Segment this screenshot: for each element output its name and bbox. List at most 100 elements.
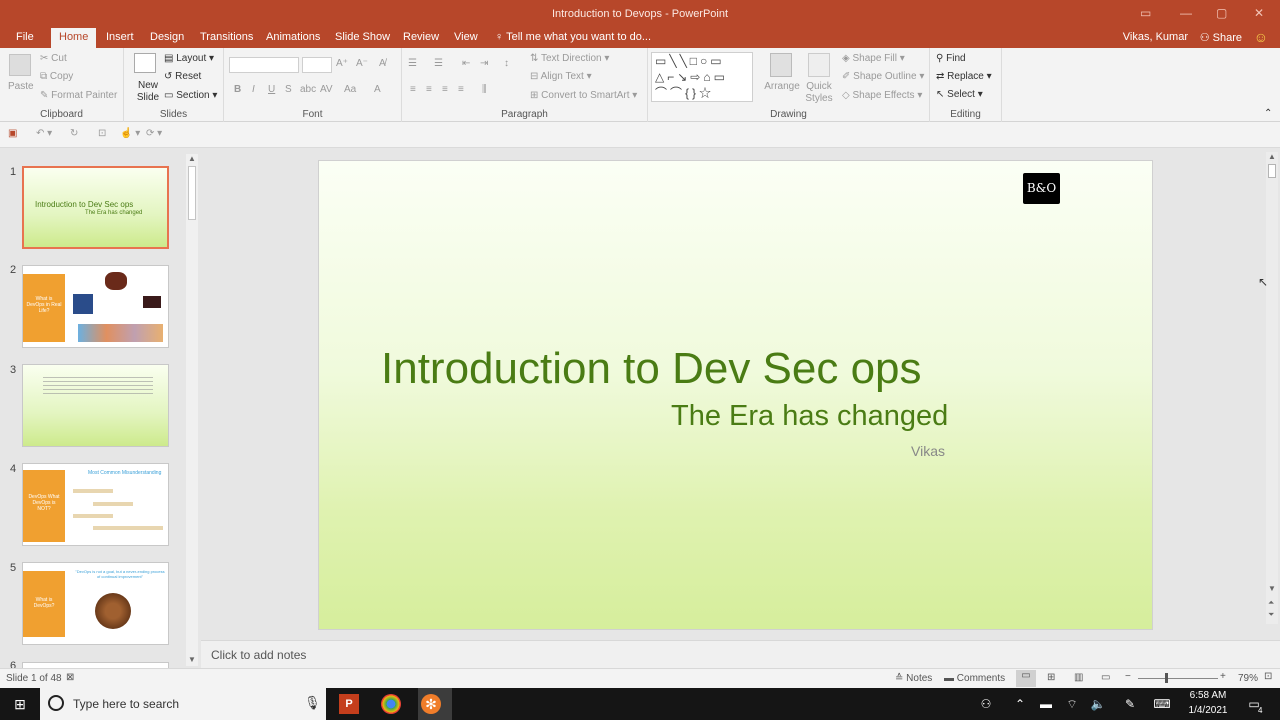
minimize-icon[interactable]: — <box>1180 6 1192 20</box>
increase-font-icon[interactable]: A⁺ <box>336 58 348 69</box>
redo-icon[interactable]: ↻ <box>70 128 78 139</box>
thumbnail-slide-3[interactable] <box>22 364 169 447</box>
reading-view-icon[interactable]: ▥ <box>1074 672 1083 683</box>
font-name-box[interactable] <box>229 57 299 73</box>
maximize-icon[interactable]: ▢ <box>1216 6 1227 20</box>
slide-canvas[interactable]: B&O Introduction to Dev Sec ops The Era … <box>318 160 1153 630</box>
tell-me-box[interactable]: ♀ Tell me what you want to do... <box>495 31 651 43</box>
zoom-slider[interactable] <box>1138 678 1218 679</box>
spellcheck-icon[interactable]: ⊠ <box>66 672 74 683</box>
people-icon[interactable]: ⚇ <box>976 694 996 714</box>
font-size-box[interactable] <box>302 57 332 73</box>
layout-button[interactable]: ▤ Layout ▾ <box>164 53 214 64</box>
text-direction-button[interactable]: ⇅ Text Direction ▾ <box>530 53 609 64</box>
change-case-icon[interactable]: Aa <box>344 84 356 95</box>
align-text-button[interactable]: ⊟ Align Text ▾ <box>530 71 592 82</box>
normal-view-icon[interactable]: ▭ <box>1016 670 1036 687</box>
clear-format-icon[interactable]: A̸ <box>379 58 386 69</box>
tab-file[interactable]: File <box>16 31 34 43</box>
touch-mode-icon[interactable]: ☝ ▾ <box>120 128 140 139</box>
notes-button[interactable]: ≙ Notes <box>895 673 932 684</box>
shadow-icon[interactable]: S <box>285 84 292 95</box>
spacing-icon[interactable]: AV <box>320 84 333 95</box>
powerpoint-taskbar-icon[interactable]: P <box>339 694 359 714</box>
align-center-icon[interactable]: ≡ <box>426 84 432 95</box>
tab-home[interactable]: Home <box>51 28 97 48</box>
scroll-down-icon[interactable]: ▼ <box>188 655 196 664</box>
thumbnail-slide-5[interactable]: What is DevOps? "DevOps is not a goal, b… <box>22 562 169 645</box>
volume-icon[interactable]: 🔈 <box>1088 694 1108 714</box>
tab-insert[interactable]: Insert <box>106 31 134 43</box>
clock-time[interactable]: 6:58 AM <box>1188 690 1228 701</box>
comments-button[interactable]: ▬ Comments <box>944 673 1005 684</box>
taskbar-search-box[interactable]: Type here to search 🎙 <box>40 688 326 720</box>
bullets-icon[interactable]: ☰ <box>408 58 417 69</box>
show-hidden-icons[interactable]: ⌃ <box>1010 694 1030 714</box>
underline-icon[interactable]: U <box>268 84 275 95</box>
reset-button[interactable]: ↺ Reset <box>164 71 201 82</box>
previous-slide-icon[interactable]: ⏶ <box>1268 598 1274 608</box>
replace-button[interactable]: ⇄ Replace ▾ <box>936 71 992 82</box>
app-taskbar-icon[interactable]: ✻ <box>421 694 441 714</box>
scroll-up-icon[interactable]: ▲ <box>1268 152 1276 161</box>
justify-icon[interactable]: ≡ <box>458 84 464 95</box>
tab-animations[interactable]: Animations <box>266 31 320 43</box>
cut-button[interactable]: ✂ Cut <box>40 53 67 64</box>
fit-to-window-icon[interactable]: ⊡ <box>1264 671 1272 682</box>
tab-review[interactable]: Review <box>403 31 439 43</box>
tab-slide-show[interactable]: Slide Show <box>335 31 390 43</box>
select-button[interactable]: ↖ Select ▾ <box>936 89 983 100</box>
windows-start-icon[interactable]: ⊞ <box>10 694 30 714</box>
slide-title[interactable]: Introduction to Dev Sec ops <box>381 344 922 394</box>
shape-fill-button[interactable]: ◈ Shape Fill ▾ <box>842 53 905 64</box>
format-painter-button[interactable]: ✎ Format Painter <box>40 90 117 101</box>
tab-design[interactable]: Design <box>150 31 184 43</box>
scroll-thumb[interactable] <box>1268 164 1276 178</box>
notes-pane[interactable]: Click to add notes <box>201 640 1280 668</box>
thumbnail-slide-4[interactable]: DevOps What DevOps is NOT? Most Common M… <box>22 463 169 546</box>
line-spacing-icon[interactable]: ↕ <box>504 58 509 69</box>
feedback-smiley-icon[interactable]: ☺ <box>1254 29 1268 45</box>
italic-icon[interactable]: I <box>252 84 255 95</box>
slide-author[interactable]: Vikas <box>911 443 945 459</box>
numbering-icon[interactable]: ☰ <box>434 58 443 69</box>
collapse-ribbon-icon[interactable]: ⌃ <box>1264 108 1272 119</box>
start-from-beginning-icon[interactable]: ⊡ <box>98 128 106 139</box>
slide-sorter-icon[interactable]: ⊞ <box>1047 672 1055 683</box>
zoom-out-icon[interactable]: − <box>1125 671 1131 682</box>
strikethrough-icon[interactable]: abc <box>300 84 316 95</box>
keyboard-icon[interactable]: ⌨ <box>1152 694 1172 714</box>
font-color-icon[interactable]: A <box>374 84 381 95</box>
thumbnail-slide-1[interactable]: Introduction to Dev Sec ops The Era has … <box>22 166 169 249</box>
new-slide-button[interactable]: New Slide <box>130 80 166 104</box>
align-left-icon[interactable]: ≡ <box>410 84 416 95</box>
thumbnail-scrollbar[interactable]: ▲ ▼ <box>186 154 198 666</box>
convert-smartart-button[interactable]: ⊞ Convert to SmartArt ▾ <box>530 90 637 101</box>
scroll-up-icon[interactable]: ▲ <box>188 154 196 163</box>
next-slide-icon[interactable]: ⏷ <box>1268 610 1274 620</box>
columns-icon[interactable]: ⫼ <box>482 84 487 95</box>
zoom-in-icon[interactable]: + <box>1220 671 1226 682</box>
zoom-slider-thumb[interactable] <box>1165 673 1168 683</box>
tab-transitions[interactable]: Transitions <box>200 31 253 43</box>
decrease-font-icon[interactable]: A⁻ <box>356 58 368 69</box>
customize-qat-icon[interactable]: ⟳ ▾ <box>146 128 162 139</box>
ribbon-display-icon[interactable]: ▭ <box>1140 6 1151 20</box>
decrease-indent-icon[interactable]: ⇤ <box>462 58 470 69</box>
clock-date[interactable]: 1/4/2021 <box>1183 705 1233 716</box>
undo-icon[interactable]: ↶ ▾ <box>36 128 52 139</box>
shape-outline-button[interactable]: ✐ Shape Outline ▾ <box>842 71 924 82</box>
tab-view[interactable]: View <box>454 31 478 43</box>
account-name[interactable]: Vikas, Kumar <box>1123 31 1188 43</box>
zoom-level[interactable]: 79% <box>1238 673 1258 684</box>
copy-button[interactable]: ⧉ Copy <box>40 71 73 82</box>
close-icon[interactable]: ✕ <box>1254 6 1264 20</box>
thumbnail-slide-2[interactable]: What is DevOps in Real Life? <box>22 265 169 348</box>
slide-scrollbar[interactable]: ▲ ▼ ⏶ ⏷ <box>1266 152 1278 624</box>
arrange-button[interactable]: Arrange <box>764 81 800 93</box>
scroll-thumb[interactable] <box>188 166 196 220</box>
scroll-down-icon[interactable]: ▼ <box>1268 584 1276 593</box>
chrome-taskbar-icon[interactable] <box>381 694 401 714</box>
pen-workspace-icon[interactable]: ✎ <box>1120 694 1140 714</box>
battery-icon[interactable]: ▬ <box>1036 694 1056 714</box>
